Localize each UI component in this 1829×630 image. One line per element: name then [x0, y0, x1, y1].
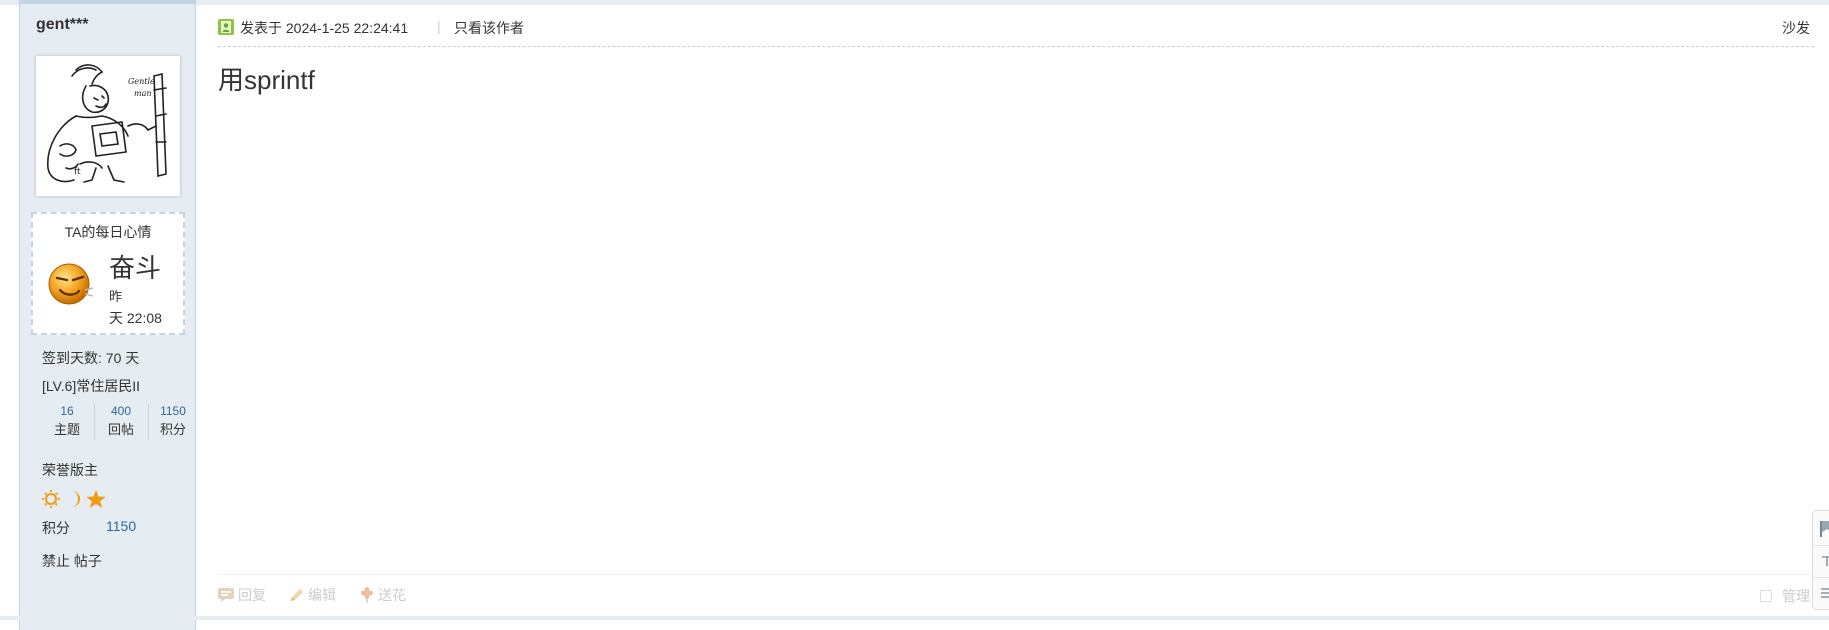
mood-word: 奋斗 [109, 253, 162, 283]
stat-replies-label: 回帖 [107, 422, 134, 437]
daily-mood-box: TA的每日心情 奋斗 昨 天 22:08 [31, 212, 185, 335]
stat-divider [94, 404, 95, 440]
points-value: 1150 [106, 518, 137, 534]
sidebar-top-bar [20, 0, 195, 4]
bottom-border [0, 616, 1829, 620]
flower-label: 送花 [378, 587, 406, 603]
mood-time-line2: 天 22:08 [109, 310, 162, 326]
reply-label: 回复 [238, 587, 266, 603]
online-status-icon [218, 19, 234, 35]
user-stats: 16 主题 400 回帖 1150 积分 [42, 402, 186, 442]
user-sidebar: gent*** Gentle man ft TA的每日心情 奋斗 昨 天 22:… [19, 0, 196, 630]
flower-icon [360, 586, 374, 606]
floor-number[interactable]: 沙发 [1782, 18, 1810, 38]
reply-icon [218, 587, 234, 605]
moon-icon [72, 491, 80, 507]
stat-points-count: 1150 [160, 404, 186, 418]
top-arrow-icon[interactable] [1817, 551, 1829, 571]
avatar-drawing: Gentle man ft [47, 64, 167, 183]
post-header: 发表于 2024-1-25 22:24:41 | 只看该作者 沙发 [218, 14, 1814, 47]
sign-in-days: 签到天数: 70 天 [42, 350, 140, 366]
edit-label: 编辑 [308, 587, 336, 603]
username[interactable]: gent*** [36, 16, 88, 34]
points-row: 积分 1150 [42, 518, 136, 538]
mood-time-line1: 昨 [109, 289, 123, 304]
stat-threads[interactable]: 16 主题 [42, 402, 92, 440]
svg-text:ft: ft [74, 167, 81, 177]
stat-threads-count: 16 [60, 404, 74, 418]
reply-button[interactable]: 回复 [218, 585, 266, 605]
manage-checkbox[interactable] [1760, 590, 1772, 602]
post-content: 用sprintf [218, 65, 315, 95]
banned-status: 禁止 帖子 [42, 553, 102, 569]
pencil-icon [290, 588, 304, 605]
manage-label[interactable]: 管理 [1782, 586, 1810, 606]
post-actions: 回复 编辑 送花 [218, 574, 1818, 615]
bookmark-icon[interactable] [1817, 519, 1829, 539]
stat-threads-label: 主题 [53, 422, 80, 437]
edit-button[interactable]: 编辑 [290, 585, 336, 605]
user-level[interactable]: [LV.6]常住居民II [42, 376, 140, 396]
medals [42, 488, 122, 510]
post-timestamp: 发表于 2024-1-25 22:24:41 [240, 20, 409, 36]
floating-toolbar [1812, 510, 1829, 610]
stat-points[interactable]: 1150 积分 [148, 402, 198, 440]
toolbar-divider [1813, 577, 1829, 578]
mood-face-icon [47, 260, 95, 311]
star-icon [86, 490, 106, 508]
meta-separator: | [437, 18, 441, 34]
stat-replies[interactable]: 400 回帖 [96, 402, 146, 440]
list-icon[interactable] [1817, 583, 1829, 603]
top-border [0, 0, 1829, 5]
author-only-link[interactable]: 只看该作者 [454, 18, 524, 38]
send-flower-button[interactable]: 送花 [360, 585, 406, 606]
stat-points-label: 积分 [159, 422, 186, 437]
mood-title: TA的每日心情 [64, 224, 152, 240]
svg-text:man: man [134, 89, 152, 98]
svg-text:Gentle: Gentle [128, 77, 155, 86]
stat-replies-count: 400 [110, 404, 132, 418]
sun-icon [42, 490, 60, 508]
honor-title: 荣誉版主 [42, 462, 98, 478]
points-label: 积分 [42, 520, 70, 536]
avatar[interactable]: Gentle man ft [36, 56, 180, 196]
toolbar-divider [1813, 545, 1829, 546]
